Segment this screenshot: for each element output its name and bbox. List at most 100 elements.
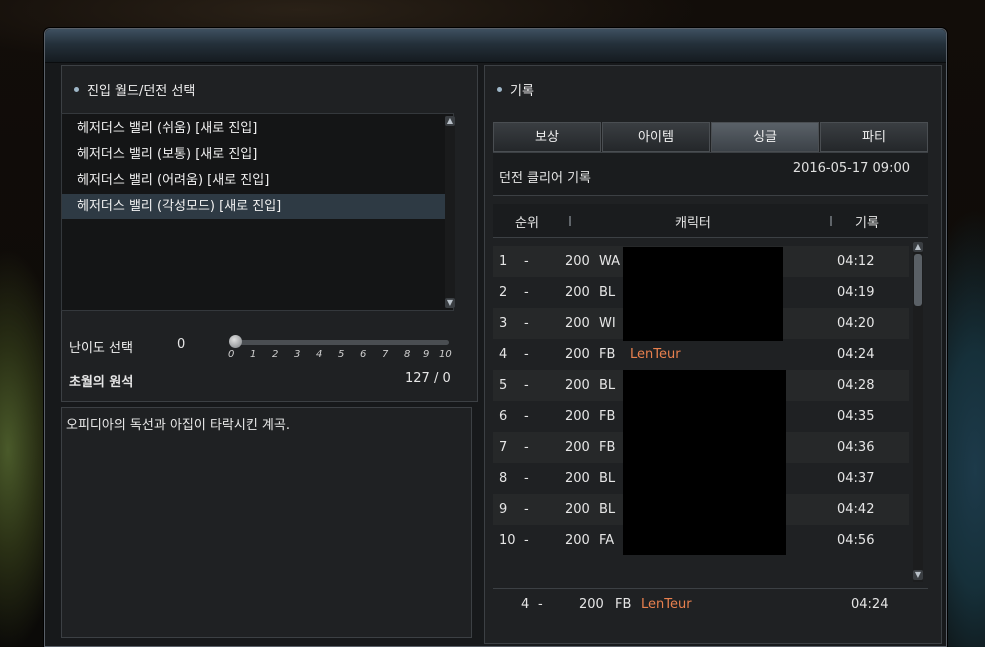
my-record: 04:24 [851,597,889,612]
tab-reward[interactable]: 보상 [493,122,601,152]
records-panel-title: 기록 [510,84,534,99]
row-record: 04:24 [837,347,875,362]
tick-label: 5 [338,349,345,360]
transcend-stone-value: 127 / 0 [405,371,451,386]
row-dash: - [524,285,529,300]
row-dash: - [524,502,529,517]
row-record: 04:36 [837,440,875,455]
my-level: 200 [579,597,604,612]
redaction-block [623,247,783,341]
dungeon-item-awakening[interactable]: 헤저더스 밸리 (각성모드) [새로 진입] [62,194,445,219]
scroll-down-icon[interactable]: ▼ [445,298,455,308]
my-class: FB [615,597,632,612]
tick-label: 6 [360,349,367,360]
row-rank: 3 [499,316,508,331]
tick-label: 0 [228,349,235,360]
row-dash: - [524,347,529,362]
row-level: 200 [565,409,590,424]
tab-single[interactable]: 싱글 [711,122,819,152]
row-record: 04:12 [837,254,875,269]
row-character: LenTeur [630,347,681,362]
scroll-thumb[interactable] [914,254,922,306]
row-class: BL [599,471,616,486]
row-level: 200 [565,285,590,300]
tick-label: 3 [294,349,301,360]
tab-party[interactable]: 파티 [820,122,928,152]
my-rank: 4 [521,597,530,612]
tick-label: 2 [272,349,279,360]
row-level: 200 [565,533,590,548]
row-level: 200 [565,254,590,269]
row-dash: - [524,254,529,269]
redaction-block [623,370,786,555]
tick-label: 9 [423,349,430,360]
my-record-row: 4 - 200 FB LenTeur 04:24 [493,588,928,620]
scroll-up-icon[interactable]: ▲ [913,242,923,252]
row-class: FB [599,409,616,424]
dungeon-item-normal[interactable]: 헤저더스 밸리 (보통) [새로 진입] [62,142,445,167]
records-header: 던전 클리어 기록 2016-05-17 09:00 [493,152,928,196]
scroll-down-icon[interactable]: ▼ [913,570,923,580]
my-dash: - [538,597,543,612]
dungeon-item-easy[interactable]: 헤저더스 밸리 (쉬움) [새로 진입] [62,116,445,141]
row-record: 04:37 [837,471,875,486]
row-dash: - [524,533,529,548]
transcend-stone-label: 초월의 원석 [69,375,134,390]
row-class: FB [599,440,616,455]
tick-label: 1 [250,349,257,360]
dungeon-description: 오피디아의 독선과 아집이 타락시킨 계곡. [66,418,290,433]
col-rank: 순위 [515,216,539,231]
records-column-header: 순위 캐릭터 기록 [493,204,928,238]
col-character: 캐릭터 [675,216,711,231]
dungeon-description-panel: 오피디아의 독선과 아집이 타락시킨 계곡. [61,407,472,638]
difficulty-slider[interactable] [231,340,449,345]
records-panel: 기록 보상 아이템 싱글 파티 던전 클리어 기록 2016-05-17 09:… [484,65,942,644]
dungeon-window: 진입 월드/던전 선택 헤저더스 밸리 (쉬움) [새로 진입] 헤저더스 밸리… [44,28,947,647]
column-separator [569,216,571,226]
row-record: 04:19 [837,285,875,300]
table-row[interactable]: 4 - 200 FB LenTeur 04:24 [493,339,909,370]
row-dash: - [524,409,529,424]
row-level: 200 [565,471,590,486]
dungeon-item-hard[interactable]: 헤저더스 밸리 (어려움) [새로 진입] [62,168,445,193]
row-level: 200 [565,316,590,331]
difficulty-value: 0 [177,337,186,352]
bullet-icon [74,87,79,92]
row-class: WI [599,316,616,331]
tick-label: 8 [404,349,411,360]
tick-label: 7 [382,349,389,360]
scroll-up-icon[interactable]: ▲ [445,116,455,126]
dungeon-select-title: 진입 월드/던전 선택 [87,84,196,99]
row-class: FA [599,533,615,548]
row-level: 200 [565,378,590,393]
records-scrollbar[interactable]: ▲ ▼ [913,242,923,582]
difficulty-label: 난이도 선택 [69,341,133,356]
col-record: 기록 [855,216,879,231]
records-panel-header: 기록 [497,80,534,99]
row-record: 04:28 [837,378,875,393]
row-record: 04:56 [837,533,875,548]
bullet-icon [497,87,502,92]
tab-item[interactable]: 아이템 [602,122,710,152]
row-rank: 4 [499,347,508,362]
row-rank: 7 [499,440,508,455]
row-rank: 10 [499,533,516,548]
column-separator [830,216,832,226]
row-rank: 2 [499,285,508,300]
row-rank: 9 [499,502,508,517]
row-record: 04:35 [837,409,875,424]
window-titlebar[interactable] [45,29,946,63]
row-level: 200 [565,347,590,362]
row-level: 200 [565,502,590,517]
dungeon-list-scrollbar[interactable]: ▲ ▼ [445,116,455,308]
row-rank: 8 [499,471,508,486]
row-dash: - [524,378,529,393]
row-record: 04:42 [837,502,875,517]
row-rank: 5 [499,378,508,393]
row-class: BL [599,285,616,300]
tick-label: 10 [439,349,452,360]
row-level: 200 [565,440,590,455]
records-title: 던전 클리어 기록 [499,171,591,186]
difficulty-slider-knob[interactable] [229,335,242,348]
row-class: WA [599,254,621,269]
